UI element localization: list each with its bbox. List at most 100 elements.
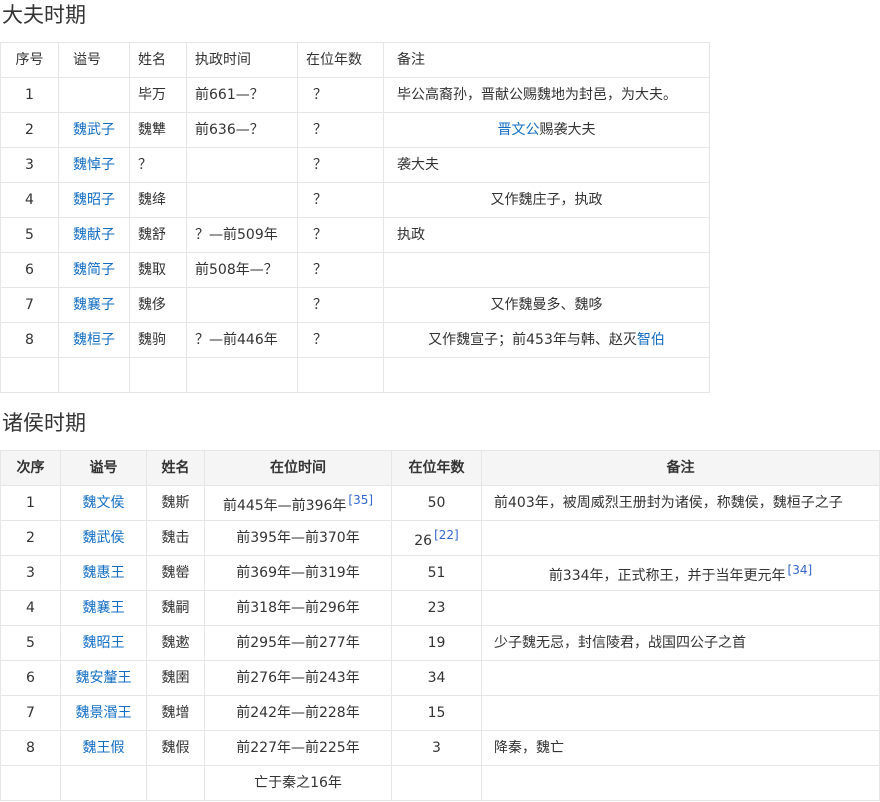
note-text: 执政 bbox=[397, 227, 425, 243]
reign-years: ？ bbox=[297, 77, 384, 113]
posthumous-name-link[interactable]: 魏文侯 bbox=[83, 495, 125, 511]
reign-time: ？—前509年 bbox=[186, 217, 298, 253]
row-number: 2 bbox=[0, 112, 59, 148]
header-cell: 序号 bbox=[0, 42, 59, 78]
reign-years-cell: 34 bbox=[391, 660, 482, 696]
posthumous-name-link[interactable]: 魏王假 bbox=[83, 740, 125, 756]
table-row: 8 魏桓子 魏驹 ？—前446年？又作魏宣子；前453年与韩、赵灭智伯 bbox=[0, 322, 710, 358]
posthumous-name-link[interactable]: 魏武侯 bbox=[83, 530, 125, 546]
note-cell: 执政 bbox=[383, 217, 710, 253]
empty-cell bbox=[0, 765, 61, 801]
reference-link[interactable]: [22] bbox=[434, 528, 459, 542]
posthumous-name-cell: 魏昭王 bbox=[60, 625, 147, 661]
personal-name: 魏罃 bbox=[146, 555, 205, 591]
note-cell bbox=[481, 660, 880, 696]
reign-years-cell: 3 bbox=[391, 730, 482, 766]
personal-name: 魏圉 bbox=[146, 660, 205, 696]
note-text: 又作魏宣子；前453年与韩、赵灭 bbox=[428, 332, 637, 348]
reign-time: 前369年—前319年 bbox=[236, 565, 360, 581]
note-text: 赐袭大夫 bbox=[539, 122, 596, 138]
posthumous-name-cell: 魏文侯 bbox=[60, 485, 147, 521]
header-cell: 姓名 bbox=[129, 42, 187, 78]
personal-name: 毕万 bbox=[129, 77, 187, 113]
note-cell: 少子魏无忌，封信陵君，战国四公子之首 bbox=[481, 625, 880, 661]
reference-link[interactable]: [34] bbox=[788, 563, 813, 577]
table-row: 4 魏昭子 魏绛 ？ 又作魏庄子，执政 bbox=[0, 182, 710, 218]
row-number: 4 bbox=[0, 182, 59, 218]
posthumous-name-link[interactable]: 魏武子 bbox=[73, 122, 115, 138]
posthumous-name-cell: 魏襄子 bbox=[58, 287, 130, 323]
reign-years-cell: 15 bbox=[391, 695, 482, 731]
posthumous-name-link[interactable]: 魏襄子 bbox=[73, 297, 115, 313]
row-number: 7 bbox=[0, 287, 59, 323]
posthumous-name-link[interactable]: 魏献子 bbox=[73, 227, 115, 243]
personal-name: 魏绛 bbox=[129, 182, 187, 218]
row-number: 2 bbox=[0, 520, 61, 556]
posthumous-name-link[interactable]: 魏安釐王 bbox=[76, 670, 132, 686]
reign-time: 前295年—前277年 bbox=[236, 635, 360, 651]
posthumous-name-link[interactable]: 魏昭子 bbox=[73, 192, 115, 208]
reign-years: 15 bbox=[427, 705, 446, 721]
table-row: 2 魏武侯 魏击 前395年—前370年 26 [22] bbox=[0, 520, 880, 556]
personal-name: ？ bbox=[129, 147, 187, 183]
reign-time-cell: 前242年—前228年 bbox=[204, 695, 392, 731]
note-text: 袭大夫 bbox=[397, 157, 439, 173]
posthumous-name-link[interactable]: 魏昭王 bbox=[83, 635, 125, 651]
note-cell bbox=[481, 520, 880, 556]
note-cell: 又作魏庄子，执政 bbox=[383, 182, 710, 218]
reference-link[interactable]: [35] bbox=[348, 493, 373, 507]
header-cell: 备注 bbox=[383, 42, 710, 78]
empty-cell bbox=[0, 357, 59, 393]
reign-years: 3 bbox=[432, 740, 441, 756]
reign-time: 前276年—前243年 bbox=[236, 670, 360, 686]
note-cell: 袭大夫 bbox=[383, 147, 710, 183]
row-number: 3 bbox=[0, 555, 61, 591]
note-link[interactable]: 晋文公 bbox=[498, 122, 540, 138]
reign-years: ？ bbox=[297, 112, 384, 148]
posthumous-name-link[interactable]: 魏悼子 bbox=[73, 157, 115, 173]
row-number: 6 bbox=[0, 660, 61, 696]
posthumous-name-link[interactable]: 魏景湣王 bbox=[76, 705, 132, 721]
reign-years: ？ bbox=[297, 147, 384, 183]
header-cell: 在位时间 bbox=[204, 450, 392, 486]
table-header-row: 序号 谥号 姓名 执政时间 在位年数 备注 bbox=[0, 42, 710, 78]
table-row: 7 魏景湣王 魏增 前242年—前228年 15 bbox=[0, 695, 880, 731]
posthumous-name-cell: 魏悼子 bbox=[58, 147, 130, 183]
personal-name: 魏取 bbox=[129, 252, 187, 288]
note-link[interactable]: 智伯 bbox=[637, 332, 665, 348]
reign-years: ？ bbox=[297, 217, 384, 253]
reign-time: 前318年—前296年 bbox=[236, 600, 360, 616]
empty-cell bbox=[58, 357, 130, 393]
note-text: 毕公高裔孙，晋献公赐魏地为封邑，为大夫。 bbox=[397, 87, 677, 103]
header-cell: 在位年数 bbox=[391, 450, 482, 486]
note-text: 前334年，正式称王，并于当年更元年 bbox=[548, 568, 786, 584]
posthumous-name-cell: 魏惠王 bbox=[60, 555, 147, 591]
header-cell: 谥号 bbox=[58, 42, 130, 78]
reign-time: 前445年—前396年 bbox=[222, 498, 347, 514]
empty-cell bbox=[391, 765, 482, 801]
posthumous-name-cell: 魏景湣王 bbox=[60, 695, 147, 731]
posthumous-name-link[interactable]: 魏惠王 bbox=[83, 565, 125, 581]
posthumous-name-cell: 魏王假 bbox=[60, 730, 147, 766]
empty-cell bbox=[186, 357, 298, 393]
reign-time-cell: 前369年—前319年 bbox=[204, 555, 392, 591]
posthumous-name-link[interactable]: 魏简子 bbox=[73, 262, 115, 278]
personal-name: 魏假 bbox=[146, 730, 205, 766]
note-text: 前403年，被周威烈王册封为诸侯，称魏侯，魏桓子之子 bbox=[494, 495, 843, 511]
personal-name: 魏增 bbox=[146, 695, 205, 731]
reign-time: 前242年—前228年 bbox=[236, 705, 360, 721]
reign-time-cell: 前227年—前225年 bbox=[204, 730, 392, 766]
reign-years: ？ bbox=[297, 252, 384, 288]
row-number: 6 bbox=[0, 252, 59, 288]
reign-time-cell: 前445年—前396年 [35] bbox=[204, 485, 392, 521]
reign-time: 前636—？ bbox=[186, 112, 298, 148]
posthumous-name-link[interactable]: 魏桓子 bbox=[73, 332, 115, 348]
reign-years: ？ bbox=[297, 287, 384, 323]
personal-name: 魏犨 bbox=[129, 112, 187, 148]
table-row-empty bbox=[0, 357, 710, 393]
note-text: 又作魏曼多、魏哆 bbox=[490, 297, 603, 313]
row-number: 4 bbox=[0, 590, 61, 626]
reign-time: ？—前446年 bbox=[186, 322, 298, 358]
posthumous-name-link[interactable]: 魏襄王 bbox=[83, 600, 125, 616]
row-number: 5 bbox=[0, 217, 59, 253]
